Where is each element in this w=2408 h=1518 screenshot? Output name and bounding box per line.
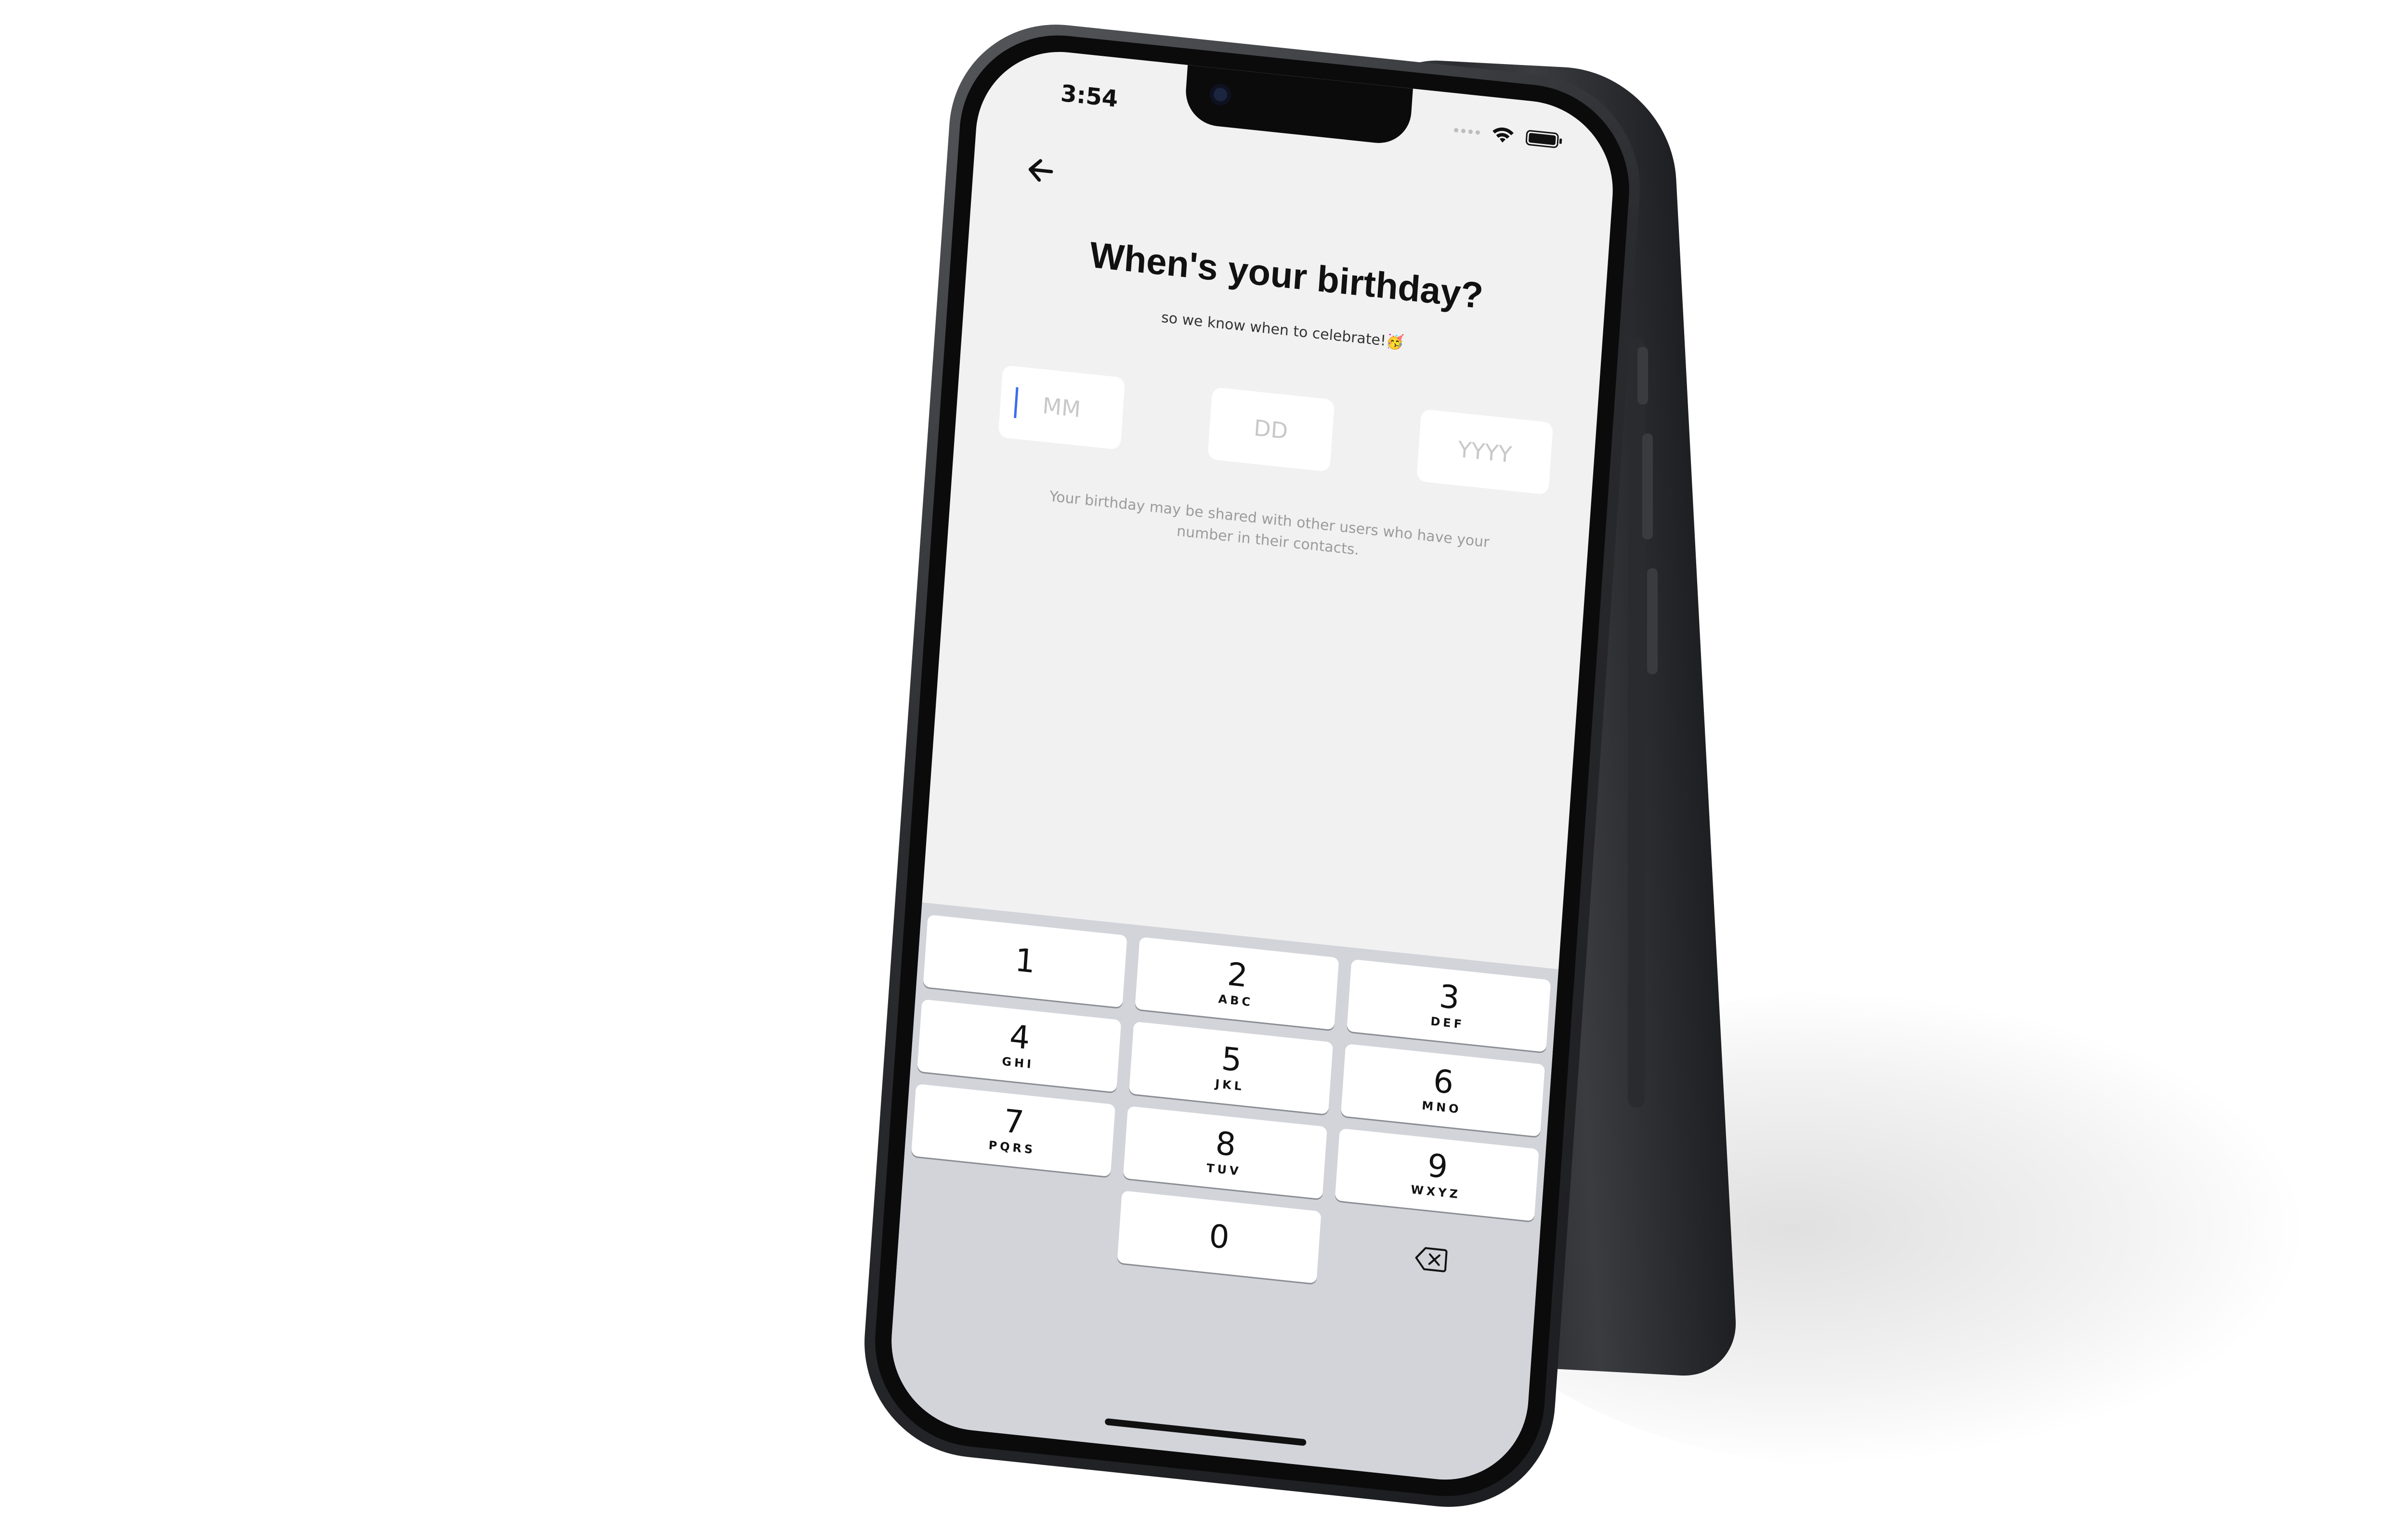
key-7[interactable]: 7 PQRS	[911, 1084, 1116, 1177]
key-letters: PQRS	[988, 1138, 1036, 1157]
key-9[interactable]: 9 WXYZ	[1335, 1128, 1539, 1221]
key-number: 6	[1432, 1062, 1455, 1101]
side-button	[1647, 568, 1658, 674]
phone-device: 3:54 When's your birthday? so we know wh…	[857, 13, 1648, 1518]
status-icons	[1453, 120, 1559, 150]
year-input[interactable]	[1416, 408, 1554, 496]
birthday-fields	[998, 364, 1554, 496]
backspace-icon	[1415, 1247, 1448, 1272]
day-input[interactable]	[1207, 386, 1335, 472]
wifi-icon	[1492, 127, 1514, 143]
key-number: 2	[1226, 955, 1249, 995]
key-letters: DEF	[1430, 1014, 1465, 1032]
month-field-box	[998, 364, 1125, 451]
side-button	[1637, 347, 1648, 405]
key-4[interactable]: 4 GHI	[917, 999, 1122, 1092]
privacy-notice: Your birthday may be shared with other u…	[1048, 488, 1490, 559]
key-letters: JKL	[1215, 1077, 1245, 1094]
key-number: 4	[1008, 1018, 1032, 1057]
day-field-box	[1207, 386, 1335, 472]
key-letters: TUV	[1206, 1161, 1242, 1178]
year-field-box	[1416, 408, 1554, 496]
key-6[interactable]: 6 MNO	[1340, 1044, 1545, 1137]
status-time: 3:54	[1060, 79, 1119, 113]
key-number: 1	[1014, 941, 1037, 981]
key-number: 3	[1438, 978, 1461, 1017]
phone-screen: 3:54 When's your birthday? so we know wh…	[886, 43, 1619, 1488]
key-blank	[905, 1168, 1110, 1261]
numeric-keypad: 1 2 ABC 3 DEF 4 GHI 5 JKL 6 MNO 7 PQRS 8…	[886, 902, 1559, 1488]
key-3[interactable]: 3 DEF	[1347, 959, 1551, 1052]
key-number: 7	[1002, 1102, 1025, 1141]
key-letters: ABC	[1217, 992, 1254, 1009]
key-number: 8	[1214, 1124, 1237, 1164]
key-number: 5	[1220, 1040, 1243, 1079]
key-letters: WXYZ	[1410, 1182, 1461, 1202]
key-number: 9	[1426, 1147, 1449, 1186]
month-input[interactable]	[998, 364, 1125, 451]
side-button	[1642, 433, 1653, 539]
key-1[interactable]: 1	[923, 915, 1127, 1008]
battery-icon	[1525, 130, 1559, 149]
delete-key[interactable]	[1329, 1213, 1533, 1306]
key-letters: GHI	[1001, 1054, 1034, 1072]
key-0[interactable]: 0	[1117, 1191, 1322, 1284]
arrow-left-icon[interactable]	[1021, 149, 1061, 192]
camera-icon	[1209, 83, 1232, 106]
key-5[interactable]: 5 JKL	[1128, 1021, 1334, 1115]
home-indicator	[1104, 1418, 1307, 1446]
key-2[interactable]: 2 ABC	[1135, 937, 1339, 1030]
signal-icon	[1453, 127, 1480, 135]
key-letters: MNO	[1421, 1099, 1462, 1116]
key-8[interactable]: 8 TUV	[1123, 1106, 1328, 1199]
key-number: 0	[1208, 1217, 1231, 1256]
